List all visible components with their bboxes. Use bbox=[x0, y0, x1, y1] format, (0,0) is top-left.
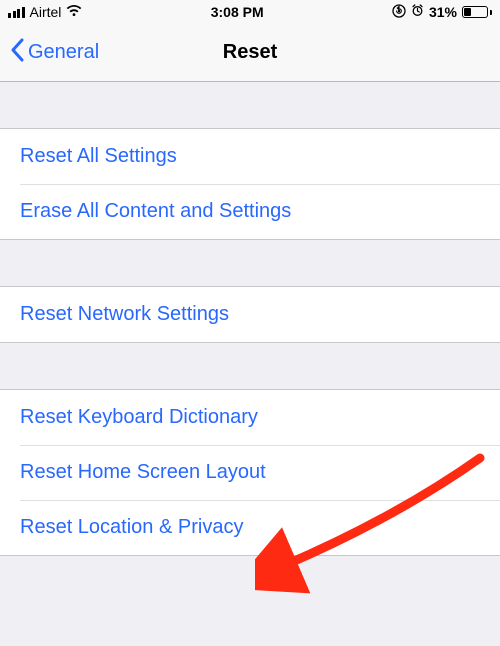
status-right: 31% bbox=[392, 4, 492, 21]
status-left: Airtel bbox=[8, 4, 82, 20]
row-label: Erase All Content and Settings bbox=[20, 200, 291, 222]
group-3: Reset Keyboard Dictionary Reset Home Scr… bbox=[0, 389, 500, 556]
group-1: Reset All Settings Erase All Content and… bbox=[0, 128, 500, 240]
row-label: Reset Keyboard Dictionary bbox=[20, 406, 258, 428]
reset-keyboard-dictionary-row[interactable]: Reset Keyboard Dictionary bbox=[0, 390, 500, 445]
row-label: Reset Location & Privacy bbox=[20, 516, 243, 538]
group-gap bbox=[0, 240, 500, 286]
reset-location-privacy-row[interactable]: Reset Location & Privacy bbox=[0, 500, 500, 555]
status-time: 3:08 PM bbox=[82, 4, 392, 20]
cellular-signal-icon bbox=[8, 7, 25, 18]
chevron-left-icon bbox=[10, 38, 24, 67]
content: Reset All Settings Erase All Content and… bbox=[0, 82, 500, 646]
row-label: Reset Home Screen Layout bbox=[20, 461, 266, 483]
reset-network-settings-row[interactable]: Reset Network Settings bbox=[0, 287, 500, 342]
wifi-icon bbox=[66, 5, 82, 20]
row-label: Reset Network Settings bbox=[20, 303, 229, 325]
status-bar: Airtel 3:08 PM 31% bbox=[0, 0, 500, 24]
row-label: Reset All Settings bbox=[20, 145, 177, 167]
reset-all-settings-row[interactable]: Reset All Settings bbox=[0, 129, 500, 184]
back-label: General bbox=[28, 41, 99, 64]
group-2: Reset Network Settings bbox=[0, 286, 500, 343]
erase-all-content-row[interactable]: Erase All Content and Settings bbox=[0, 184, 500, 239]
back-button[interactable]: General bbox=[10, 38, 99, 67]
battery-percent: 31% bbox=[429, 4, 457, 20]
reset-home-screen-layout-row[interactable]: Reset Home Screen Layout bbox=[0, 445, 500, 500]
group-gap bbox=[0, 82, 500, 128]
rotation-lock-icon bbox=[392, 4, 406, 21]
group-gap bbox=[0, 343, 500, 389]
carrier-label: Airtel bbox=[30, 4, 62, 20]
battery-icon bbox=[462, 6, 492, 18]
nav-bar: General Reset bbox=[0, 24, 500, 82]
alarm-icon bbox=[411, 4, 424, 20]
below-fill bbox=[0, 556, 500, 646]
